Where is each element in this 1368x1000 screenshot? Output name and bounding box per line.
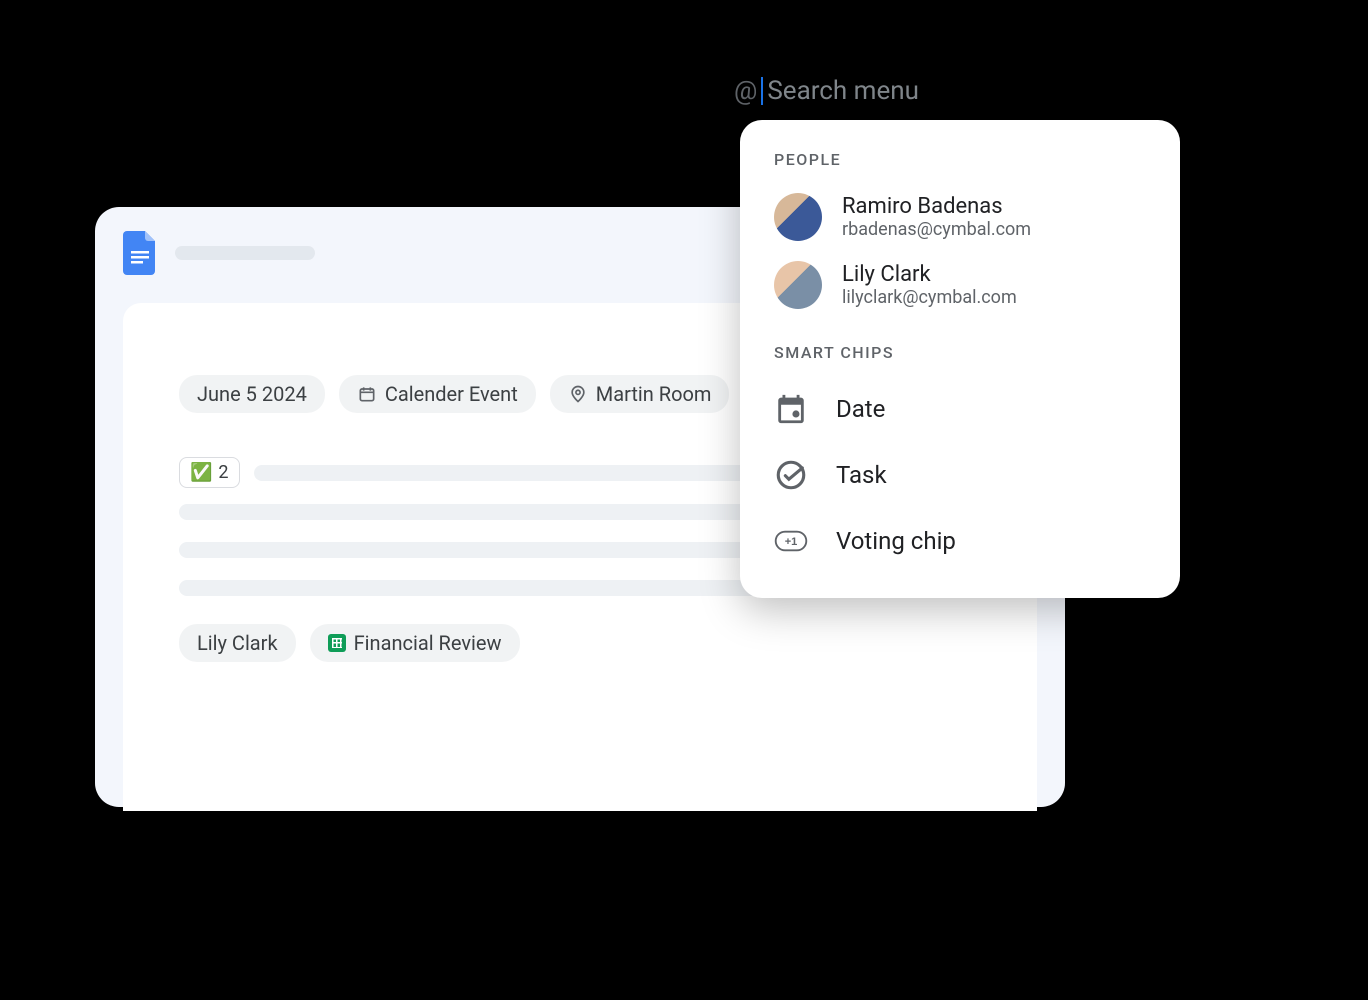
file-chip-label: Financial Review — [354, 631, 502, 655]
chip-option-label: Voting chip — [836, 527, 956, 555]
place-pin-icon — [568, 384, 588, 404]
place-chip-label: Martin Room — [596, 382, 712, 406]
svg-text:+1: +1 — [785, 536, 798, 548]
chip-option-date[interactable]: Date — [740, 376, 1180, 442]
vote-count: 2 — [218, 462, 228, 483]
text-cursor — [761, 77, 763, 105]
person-email: lilyclark@cymbal.com — [842, 287, 1017, 308]
person-chip[interactable]: Lily Clark — [179, 624, 296, 662]
chip-row-bottom: Lily Clark Financial Review — [179, 624, 981, 662]
person-option[interactable]: Lily Clark lilyclark@cymbal.com — [740, 251, 1180, 319]
document-title-placeholder[interactable] — [175, 246, 315, 260]
section-header-people: PEOPLE — [740, 150, 1180, 183]
task-check-icon — [774, 458, 808, 492]
person-email: rbadenas@cymbal.com — [842, 219, 1031, 240]
person-option[interactable]: Ramiro Badenas rbadenas@cymbal.com — [740, 183, 1180, 251]
chip-option-task[interactable]: Task — [740, 442, 1180, 508]
plus-one-icon: +1 — [774, 524, 808, 558]
mention-dropdown: PEOPLE Ramiro Badenas rbadenas@cymbal.co… — [740, 120, 1180, 598]
docs-app-icon — [123, 231, 159, 275]
chip-option-voting[interactable]: +1 Voting chip — [740, 508, 1180, 574]
chip-option-label: Task — [836, 461, 887, 489]
at-mention-input[interactable]: @ Search menu — [734, 76, 919, 106]
section-header-chips: SMART CHIPS — [740, 343, 1180, 376]
event-chip-label: Calender Event — [385, 382, 518, 406]
voting-chip[interactable]: ✅ 2 — [179, 457, 240, 488]
check-emoji-icon: ✅ — [190, 464, 212, 482]
avatar — [774, 193, 822, 241]
calendar-icon — [357, 384, 377, 404]
place-chip[interactable]: Martin Room — [550, 375, 730, 413]
person-info: Ramiro Badenas rbadenas@cymbal.com — [842, 194, 1031, 240]
date-chip-label: June 5 2024 — [197, 382, 307, 406]
person-name: Lily Clark — [842, 262, 1017, 287]
date-chip[interactable]: June 5 2024 — [179, 375, 325, 413]
person-info: Lily Clark lilyclark@cymbal.com — [842, 262, 1017, 308]
sheets-icon — [328, 634, 346, 652]
calendar-day-icon — [774, 392, 808, 426]
person-name: Ramiro Badenas — [842, 194, 1031, 219]
person-chip-label: Lily Clark — [197, 631, 278, 655]
chip-option-label: Date — [836, 395, 885, 423]
calendar-event-chip[interactable]: Calender Event — [339, 375, 536, 413]
mention-placeholder: Search menu — [767, 76, 919, 106]
file-chip[interactable]: Financial Review — [310, 624, 520, 662]
avatar — [774, 261, 822, 309]
at-symbol: @ — [734, 76, 757, 106]
